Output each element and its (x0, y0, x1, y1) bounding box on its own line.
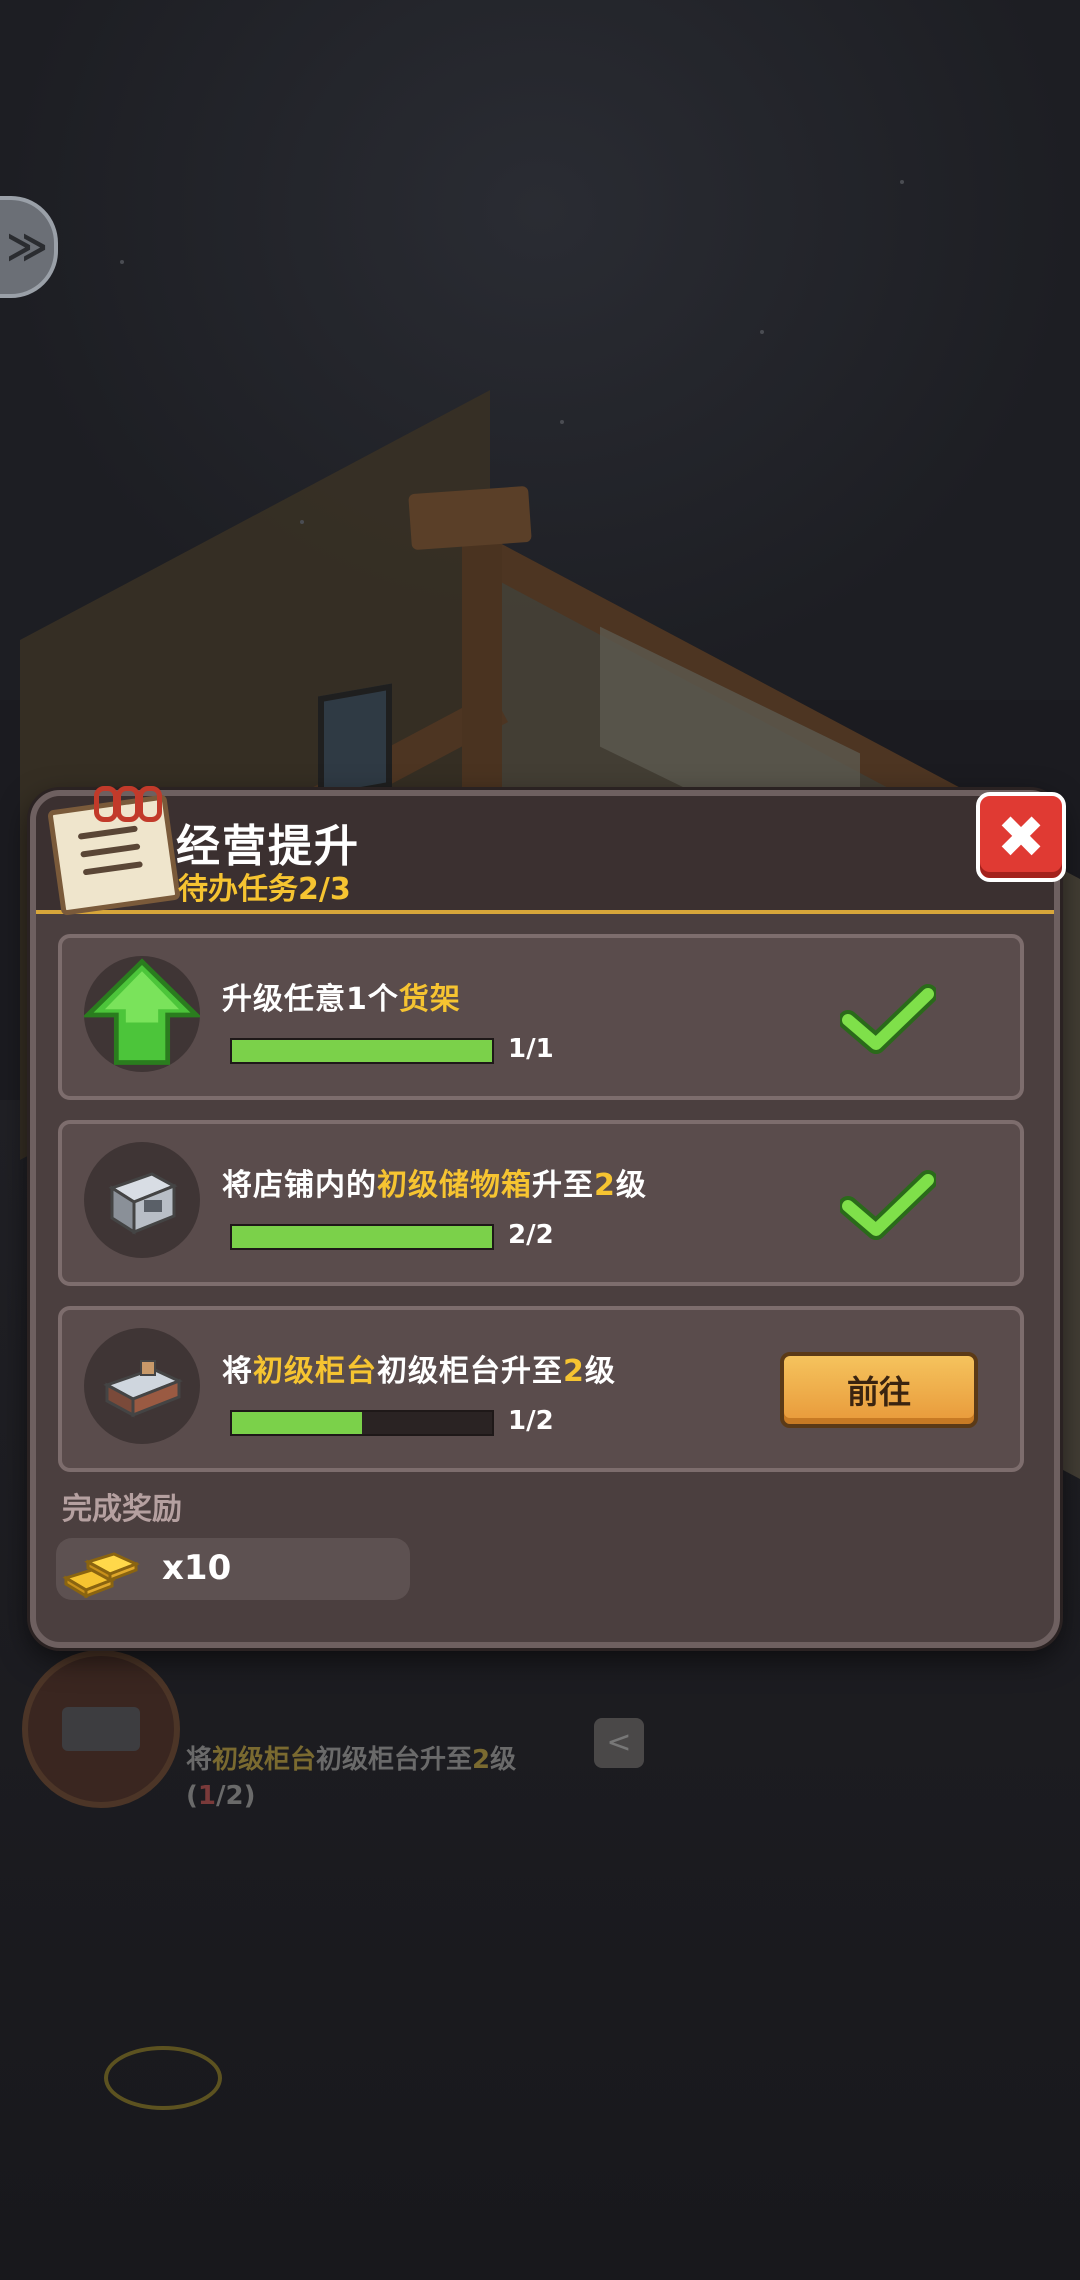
task-text-part: 升级任意1个 (222, 982, 399, 1017)
task-text-part: 将 (222, 1354, 253, 1389)
task-level: 2 (563, 1354, 585, 1389)
task-progress-fill (232, 1226, 492, 1248)
task-progress-count: 1/2 (508, 1406, 554, 1436)
task-row: 将店铺内的初级储物箱升至2级 2/2 (58, 1120, 1024, 1286)
task-progress-bar (230, 1038, 494, 1064)
checkmark-icon (840, 984, 936, 1054)
task-hint-text: 将初级柜台初级柜台升至2级 (1/2) (186, 1742, 516, 1814)
hint-highlight: 初级柜台 (212, 1745, 317, 1775)
reward-quantity: x10 (162, 1548, 232, 1588)
wall-poster (318, 683, 392, 801)
snowflake (300, 520, 304, 524)
double-chevron-right-icon: ≫ (6, 224, 48, 270)
task-description: 将初级柜台初级柜台升至2级 (222, 1346, 616, 1390)
reward-item: x10 (56, 1538, 410, 1600)
hint-collapse-button[interactable]: < (594, 1718, 644, 1768)
task-icon-frame (84, 1142, 200, 1258)
reward-label: 完成奖励 (62, 1492, 182, 1527)
glowing-ring-marker (104, 2046, 222, 2110)
chevron-left-icon: < (606, 1725, 632, 1760)
snowflake (120, 260, 124, 264)
snowflake (760, 330, 764, 334)
panel-header: 经营提升 待办任务2/3 ✖ (36, 786, 1066, 916)
task-highlight: 初级柜台 (253, 1354, 377, 1389)
task-text-part: 级 (615, 1168, 647, 1203)
hint-progress-open: ( (186, 1781, 198, 1811)
counter-icon (103, 1360, 183, 1418)
checkmark-icon (840, 1170, 936, 1240)
hint-text-part: 级 (490, 1745, 517, 1775)
task-description: 将店铺内的初级储物箱升至2级 (222, 1160, 647, 1204)
notepad-icon (47, 782, 181, 916)
notepad-line (77, 825, 138, 840)
upgrade-arrow-icon (84, 958, 200, 1065)
task-text-part: 初级柜台升至 (377, 1354, 563, 1389)
notepad-ring (94, 786, 118, 822)
task-icon-frame (84, 1328, 200, 1444)
task-text-part: 升至 (532, 1168, 594, 1203)
task-text-part: 级 (584, 1354, 616, 1389)
go-to-task-button[interactable]: 前往 (780, 1352, 978, 1428)
task-text-part: 将店铺内的 (222, 1168, 377, 1203)
task-row: 升级任意1个货架 1/1 (58, 934, 1024, 1100)
notepad-ring (116, 786, 140, 822)
task-progress-bar (230, 1224, 494, 1250)
task-level: 2 (594, 1168, 616, 1203)
snowflake (560, 420, 564, 424)
notepad-line (80, 843, 141, 858)
hint-progress-current: 1 (197, 1781, 216, 1811)
snowflake (900, 180, 904, 184)
notepad-ring (138, 786, 162, 822)
task-hint-icon-button[interactable] (22, 1650, 180, 1808)
notepad-line (82, 861, 143, 876)
counter-icon (62, 1707, 140, 1751)
close-icon: ✖ (996, 803, 1046, 871)
hint-level: 2 (472, 1745, 491, 1775)
task-highlight: 初级储物箱 (377, 1168, 532, 1203)
task-description: 升级任意1个货架 (222, 974, 461, 1018)
hint-text-part: 初级柜台升至 (316, 1745, 473, 1775)
task-progress-count: 2/2 (508, 1220, 554, 1250)
corner-post-cap (408, 485, 532, 551)
task-progress-count: 1/1 (508, 1034, 554, 1064)
gold-bars-icon (62, 1552, 140, 1598)
storage-box-icon (108, 1172, 178, 1235)
business-upgrade-panel: 经营提升 待办任务2/3 ✖ 升级任意1个货架 1/1 将店铺内的初级储物箱升至… (30, 786, 1066, 1648)
hint-text-part: 将 (186, 1745, 213, 1775)
task-progress-fill (232, 1040, 492, 1062)
corner-post (462, 530, 502, 790)
task-icon-frame (84, 956, 200, 1072)
pending-tasks-count: 待办任务2/3 (178, 872, 351, 907)
task-highlight: 货架 (398, 982, 461, 1017)
close-button[interactable]: ✖ (976, 792, 1066, 882)
hint-progress-total: /2) (215, 1781, 256, 1811)
task-progress-fill (232, 1412, 362, 1434)
task-row: 将初级柜台初级柜台升至2级 1/2 前往 (58, 1306, 1024, 1472)
task-progress-bar (230, 1410, 494, 1436)
